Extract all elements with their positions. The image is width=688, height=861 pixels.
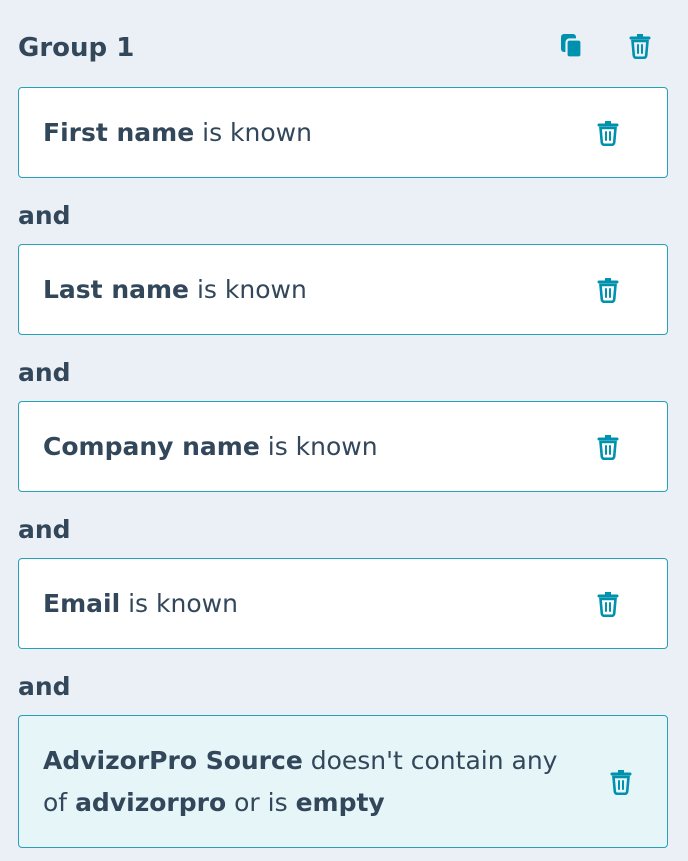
filter-text: Company name is known: [43, 426, 577, 468]
and-connector: and: [18, 201, 71, 230]
delete-filter-button[interactable]: [594, 276, 622, 304]
filter-text: First name is known: [43, 112, 577, 154]
filter-card-company-name[interactable]: Company name is known: [18, 401, 668, 492]
filter-or-label: or is: [234, 787, 288, 817]
filter-value: advizorpro: [75, 787, 227, 817]
trash-icon: [610, 769, 632, 795]
filter-property: Email: [43, 588, 121, 618]
trash-icon: [597, 120, 619, 146]
and-connector: and: [18, 672, 71, 701]
trash-icon: [597, 591, 619, 617]
group-title: Group 1: [18, 33, 135, 63]
clone-group-button[interactable]: [558, 32, 586, 60]
delete-filter-button[interactable]: [594, 433, 622, 461]
filter-operator: is known: [267, 431, 378, 461]
trash-icon: [629, 33, 651, 59]
filter-card-advizorpro-source[interactable]: AdvizorPro Source doesn't contain any of…: [18, 715, 668, 848]
delete-filter-button[interactable]: [594, 590, 622, 618]
filter-operator: is known: [202, 117, 312, 147]
filter-empty-label: empty: [295, 787, 385, 817]
delete-filter-button[interactable]: [607, 768, 635, 796]
filter-card-email[interactable]: Email is known: [18, 558, 668, 649]
filter-operator: is known: [128, 588, 238, 618]
and-connector: and: [18, 358, 71, 387]
filter-property: Last name: [43, 274, 190, 304]
delete-group-button[interactable]: [626, 32, 654, 60]
filter-property: Company name: [43, 431, 260, 461]
trash-icon: [597, 277, 619, 303]
filter-card-first-name[interactable]: First name is known: [18, 87, 668, 178]
filter-property: First name: [43, 117, 195, 147]
filter-property: AdvizorPro Source: [43, 745, 303, 775]
and-connector: and: [18, 515, 71, 544]
delete-filter-button[interactable]: [594, 119, 622, 147]
group-header: Group 1: [18, 30, 670, 66]
clone-icon: [559, 32, 585, 60]
filter-operator: is known: [196, 274, 307, 304]
filter-text: AdvizorPro Source doesn't contain any of…: [43, 740, 567, 824]
filter-text: Last name is known: [43, 269, 577, 311]
filter-text: Email is known: [43, 583, 577, 625]
trash-icon: [597, 434, 619, 460]
filter-card-last-name[interactable]: Last name is known: [18, 244, 668, 335]
